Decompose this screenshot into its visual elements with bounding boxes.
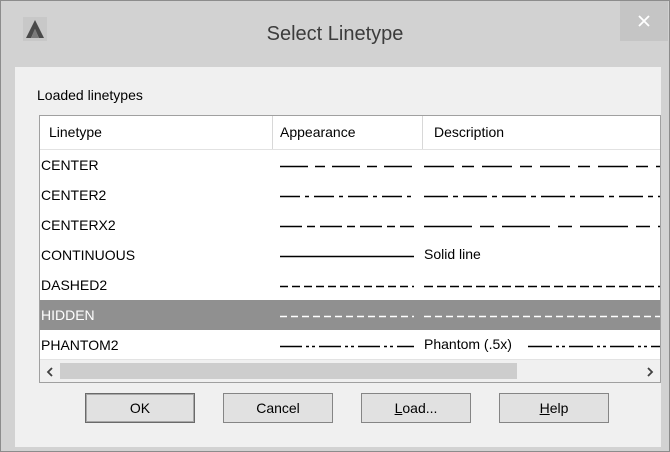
select-linetype-dialog: Select Linetype Loaded linetypes Linetyp… <box>0 0 670 452</box>
linetype-name: CENTERX2 <box>41 217 116 233</box>
description-dash-preview <box>424 195 660 198</box>
help-mnemonic: H <box>539 400 550 416</box>
loaded-linetypes-label: Loaded linetypes <box>37 87 143 103</box>
scroll-left-button[interactable] <box>40 360 60 382</box>
column-header-description[interactable]: Description <box>434 116 504 149</box>
linetype-row[interactable]: CENTER2 <box>40 180 660 210</box>
linetype-name: DASHED2 <box>41 277 108 293</box>
linetype-appearance-preview <box>280 195 414 198</box>
load-button[interactable]: Load... <box>361 393 471 423</box>
linetype-name: CENTER <box>41 157 99 173</box>
column-header-linetype[interactable]: Linetype <box>49 116 102 149</box>
description-dash-preview <box>424 225 660 228</box>
description-dash-preview <box>424 285 660 288</box>
load-label-rest: oad... <box>402 400 438 416</box>
linetype-appearance-preview <box>280 225 414 228</box>
linetype-name: PHANTOM2 <box>41 337 119 353</box>
chevron-right-icon <box>647 366 654 377</box>
cancel-button[interactable]: Cancel <box>223 393 333 423</box>
linetype-description: Phantom (.5x) <box>424 336 512 352</box>
description-dash-preview <box>424 315 660 318</box>
help-label-rest: elp <box>549 400 569 416</box>
title-bar[interactable]: Select Linetype <box>1 1 669 67</box>
window-title: Select Linetype <box>266 23 404 45</box>
horizontal-scrollbar[interactable] <box>40 359 660 382</box>
description-dash-preview <box>424 165 660 168</box>
ok-button[interactable]: OK <box>85 393 195 423</box>
linetype-appearance-preview <box>280 165 414 168</box>
column-header-appearance[interactable]: Appearance <box>280 116 356 149</box>
column-divider[interactable] <box>422 116 423 149</box>
scroll-right-button[interactable] <box>640 360 660 382</box>
linetype-row[interactable]: CENTER <box>40 150 660 180</box>
load-button-label: Load... <box>395 400 438 416</box>
linetype-appearance-preview <box>280 315 414 318</box>
linetype-row[interactable]: PHANTOM2 Phantom (.5x) <box>40 330 660 360</box>
dialog-client-area: Loaded linetypes Linetype Appearance Des… <box>15 67 661 447</box>
chevron-left-icon <box>46 366 53 377</box>
ok-button-label: OK <box>129 400 151 416</box>
column-divider[interactable] <box>272 116 273 149</box>
help-button[interactable]: Help <box>499 393 609 423</box>
linetype-appearance-preview <box>280 255 414 258</box>
cancel-button-label: Cancel <box>256 400 300 416</box>
linetype-description: Solid line <box>424 246 481 262</box>
linetype-name: CENTER2 <box>41 187 107 203</box>
close-button[interactable] <box>620 1 668 41</box>
linetype-list[interactable]: Linetype Appearance Description CENTER CE… <box>39 115 661 383</box>
linetype-name: HIDDEN <box>41 307 95 323</box>
description-dash-preview <box>528 345 660 348</box>
linetype-row[interactable]: HIDDEN <box>40 300 660 330</box>
close-icon <box>638 15 650 27</box>
linetype-name: CONTINUOUS <box>41 247 136 263</box>
scrollbar-thumb[interactable] <box>60 363 517 379</box>
linetype-row[interactable]: DASHED2 <box>40 270 660 300</box>
help-button-label: Help <box>540 400 569 416</box>
linetype-appearance-preview <box>280 285 414 288</box>
list-header: Linetype Appearance Description <box>40 116 660 150</box>
linetype-appearance-preview <box>280 345 414 348</box>
linetype-row[interactable]: CONTINUOUS Solid line <box>40 240 660 270</box>
linetype-row[interactable]: CENTERX2 <box>40 210 660 240</box>
